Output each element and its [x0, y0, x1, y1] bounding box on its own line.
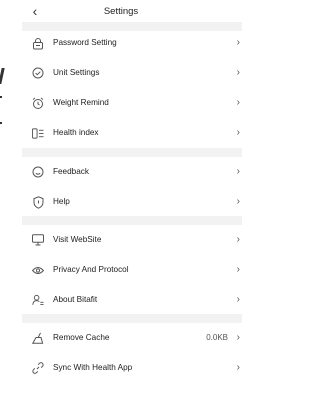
smile-icon: [32, 165, 44, 179]
settings-item-label: Help: [53, 197, 70, 206]
chevron-right-icon: ›: [236, 294, 240, 305]
chevron-right-icon: ›: [236, 234, 240, 245]
section-separator: [22, 216, 242, 225]
index-list-icon: [32, 126, 44, 140]
lock-icon: [32, 36, 44, 50]
chevron-right-icon: ›: [236, 97, 240, 108]
link-icon: [32, 361, 44, 375]
chevron-left-icon: ‹: [32, 3, 38, 19]
settings-item-label: Feedback: [53, 167, 89, 176]
settings-item-health-index[interactable]: Health index ›: [22, 118, 242, 148]
chevron-right-icon: ›: [236, 264, 240, 275]
settings-item-label: Health index: [53, 128, 99, 137]
chevron-right-icon: ›: [236, 166, 240, 177]
settings-item-label: Privacy And Protocol: [53, 265, 129, 274]
shield-icon: [32, 195, 44, 209]
settings-item-label: Visit WebSite: [53, 235, 102, 244]
chevron-right-icon: ›: [236, 67, 240, 78]
settings-item-label: About Bitafit: [53, 295, 98, 304]
settings-item-label: Weight Remind: [53, 98, 109, 107]
alarm-clock-icon: [32, 96, 44, 110]
settings-item-label: Unit Settings: [53, 68, 100, 77]
section-separator: [22, 148, 242, 157]
cache-size-value: 0.0KB: [206, 333, 228, 342]
section-separator: [22, 314, 242, 323]
back-button[interactable]: ‹: [28, 2, 42, 20]
top-bar: ‹ Settings: [0, 0, 242, 22]
settings-item-password[interactable]: Password Setting ›: [22, 28, 242, 58]
settings-item-privacy[interactable]: Privacy And Protocol ›: [22, 255, 242, 285]
monitor-icon: [32, 233, 44, 247]
chevron-right-icon: ›: [236, 127, 240, 138]
settings-item-weight-remind[interactable]: Weight Remind ›: [22, 88, 242, 118]
edge-artifact: [0, 122, 2, 124]
chevron-right-icon: ›: [236, 332, 240, 343]
edge-artifact: [0, 96, 2, 98]
settings-item-help[interactable]: Help ›: [22, 187, 242, 217]
chevron-right-icon: ›: [236, 196, 240, 207]
chevron-right-icon: ›: [236, 362, 240, 373]
broom-icon: [32, 331, 44, 345]
page-title: Settings: [103, 5, 139, 17]
settings-item-label: Password Setting: [53, 38, 117, 47]
chevron-right-icon: ›: [236, 37, 240, 48]
check-circle-icon: [32, 66, 44, 80]
settings-item-about[interactable]: About Bitafit ›: [22, 285, 242, 315]
settings-item-feedback[interactable]: Feedback ›: [22, 157, 242, 187]
user-info-icon: [32, 293, 44, 307]
eye-icon: [32, 263, 44, 277]
settings-item-sync-health[interactable]: Sync With Health App ›: [22, 353, 242, 383]
settings-item-visit-website[interactable]: Visit WebSite ›: [22, 225, 242, 255]
settings-item-label: Remove Cache: [53, 333, 110, 342]
settings-item-unit[interactable]: Unit Settings ›: [22, 58, 242, 88]
settings-item-label: Sync With Health App: [53, 363, 133, 372]
edge-artifact: [0, 68, 5, 84]
settings-item-remove-cache[interactable]: Remove Cache 0.0KB ›: [22, 323, 242, 353]
